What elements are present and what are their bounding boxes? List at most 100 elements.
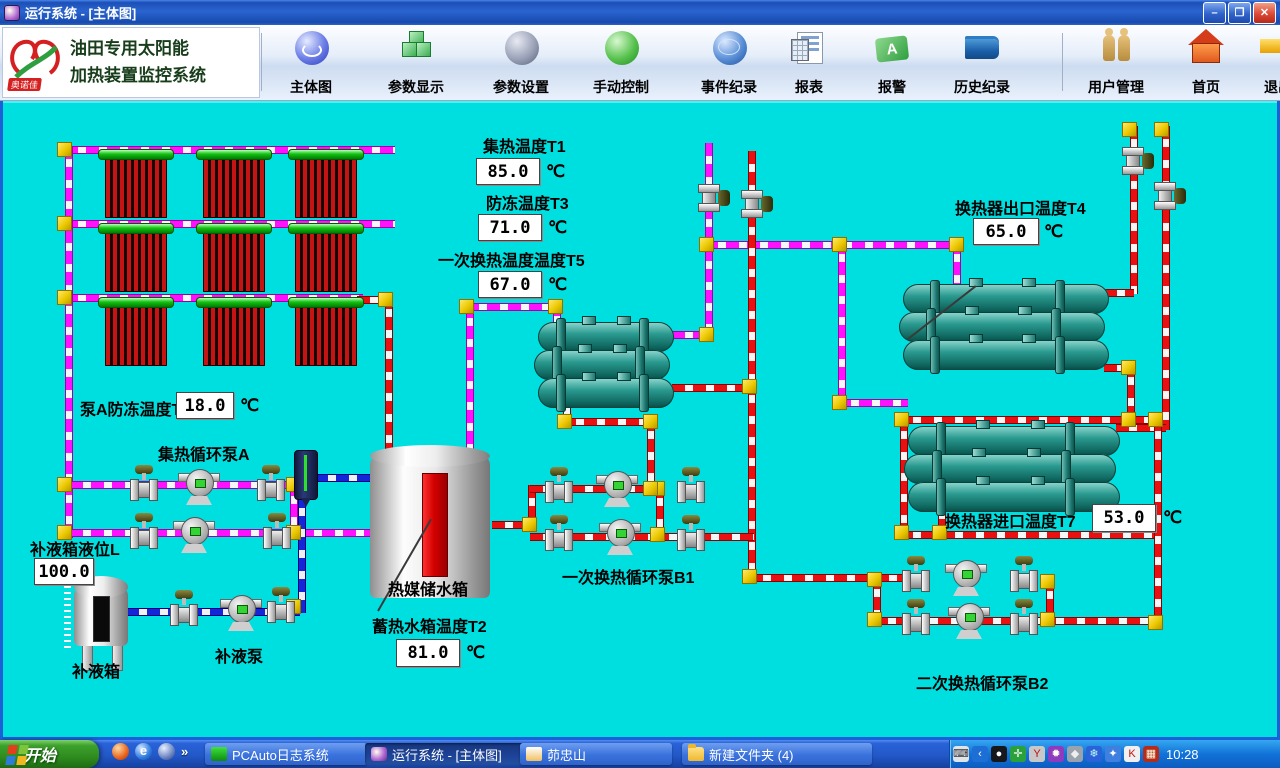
- start-button[interactable]: 开始: [0, 740, 99, 768]
- valve[interactable]: [900, 599, 932, 633]
- circulation-pump[interactable]: [220, 593, 262, 631]
- pump-a-label: 集热循环泵A: [158, 441, 250, 465]
- param-setting-icon: [501, 29, 541, 69]
- valve[interactable]: [128, 465, 160, 499]
- alarm-button[interactable]: A报警: [846, 29, 938, 97]
- circulation-pump[interactable]: [173, 515, 215, 553]
- pipe-fitting: [557, 414, 572, 429]
- valve[interactable]: [1122, 145, 1156, 177]
- param-setting-button-label: 参数设置: [493, 77, 549, 97]
- system-tray: ⌨‹●✛Y✹◆❄✦K▦ 10:28: [949, 740, 1280, 768]
- qq-tray-icon[interactable]: ●: [991, 746, 1007, 762]
- mao-zhongshan-task-icon: [526, 747, 542, 761]
- valve[interactable]: [1008, 599, 1040, 633]
- collector-header-pipe: [196, 223, 272, 234]
- collector-header-pipe: [288, 149, 364, 160]
- valve[interactable]: [543, 467, 575, 501]
- toolbar-separator: [261, 33, 262, 91]
- restore-button[interactable]: ❐: [1228, 2, 1251, 24]
- valve[interactable]: [900, 556, 932, 590]
- network-tray-icon[interactable]: ❄: [1086, 746, 1102, 762]
- taskbar-task-new-folder[interactable]: 新建文件夹 (4): [682, 743, 872, 765]
- expansion-level-sensor: [294, 450, 318, 500]
- signal-tray-icon[interactable]: Y: [1029, 746, 1045, 762]
- history-button[interactable]: 历史纪录: [936, 29, 1028, 97]
- pipe-fitting: [1148, 615, 1163, 630]
- valve[interactable]: [741, 188, 775, 220]
- toolbar: 奥诺佳 油田专用太阳能 加热装置监控系统 主体图参数显示参数设置手动控制事件纪录…: [0, 25, 1280, 101]
- netmeeting-tray-icon[interactable]: ✛: [1010, 746, 1026, 762]
- t3-value: 71.0: [490, 218, 531, 238]
- level-value-box: 100.0: [34, 558, 94, 585]
- event-log-button[interactable]: 事件纪录: [683, 29, 775, 97]
- valve[interactable]: [265, 587, 297, 621]
- ie-icon[interactable]: e: [135, 743, 152, 760]
- taskbar-task-mao-zhongshan[interactable]: 茆忠山: [520, 743, 672, 765]
- taskbar: 开始 e » PCAuto日志系统运行系统 - [主体图]茆忠山新建文件夹 (4…: [0, 740, 1280, 768]
- cube-tray-icon[interactable]: ▦: [1143, 746, 1159, 762]
- collector-header-pipe: [98, 149, 174, 160]
- param-display-button[interactable]: 参数显示: [370, 29, 462, 97]
- valve[interactable]: [1008, 556, 1040, 590]
- alarm-button-label: 报警: [878, 77, 906, 97]
- pipe-fitting: [867, 612, 882, 627]
- user-management-button[interactable]: 用户管理: [1070, 29, 1162, 97]
- keyboard-tray-icon[interactable]: ⌨: [953, 746, 969, 762]
- exit-button[interactable]: 退出: [1232, 29, 1280, 97]
- pipe-fitting: [57, 290, 72, 305]
- level-value: 100.0: [38, 562, 89, 582]
- t7-unit: ℃: [1163, 508, 1182, 528]
- manual-control-button[interactable]: 手动控制: [575, 29, 667, 97]
- pipe-fitting: [57, 477, 72, 492]
- pipe-fitting: [949, 237, 964, 252]
- t3-value-box: 71.0: [478, 214, 542, 241]
- pipe-fitting: [894, 412, 909, 427]
- launcher-icon[interactable]: [112, 743, 129, 760]
- pipe-fitting: [894, 525, 909, 540]
- valve[interactable]: [1154, 180, 1188, 212]
- minimize-button[interactable]: –: [1203, 2, 1226, 24]
- valve[interactable]: [128, 513, 160, 547]
- messenger-tray-icon[interactable]: ✦: [1105, 746, 1121, 762]
- circulation-pump[interactable]: [178, 467, 220, 505]
- valve[interactable]: [675, 515, 707, 549]
- pipe-fitting: [699, 327, 714, 342]
- report-button[interactable]: 报表: [763, 29, 855, 97]
- t7-value: 53.0: [1104, 508, 1145, 528]
- new-folder-task-icon: [688, 747, 704, 761]
- supply-pipe: [672, 384, 752, 392]
- t2-value: 81.0: [408, 643, 449, 663]
- makeup-tank: [74, 586, 128, 646]
- taskbar-task-pcauto-log[interactable]: PCAuto日志系统: [205, 743, 367, 765]
- pipe-fitting: [742, 569, 757, 584]
- media-player-icon[interactable]: [158, 743, 175, 760]
- main-view-button[interactable]: 主体图: [265, 29, 357, 97]
- taskbar-task-run-system[interactable]: 运行系统 - [主体图]: [365, 743, 525, 765]
- collector-header-pipe: [98, 297, 174, 308]
- valve[interactable]: [255, 465, 287, 499]
- palette-tray-icon[interactable]: ✹: [1048, 746, 1064, 762]
- kaspersky-tray-icon[interactable]: K: [1124, 746, 1140, 762]
- close-button[interactable]: ✕: [1253, 2, 1276, 24]
- collector-header-pipe: [196, 149, 272, 160]
- circulation-pump[interactable]: [599, 517, 641, 555]
- valve[interactable]: [698, 182, 732, 214]
- diamond-tray-icon[interactable]: ◆: [1067, 746, 1083, 762]
- quick-launch-overflow[interactable]: »: [181, 744, 188, 759]
- event-log-icon: [709, 29, 749, 69]
- circulation-pump[interactable]: [596, 469, 638, 507]
- language-bar-tray-icon[interactable]: ‹: [972, 746, 988, 762]
- param-setting-button[interactable]: 参数设置: [475, 29, 567, 97]
- circulation-pump[interactable]: [948, 601, 990, 639]
- solar-collector-panel: [105, 158, 167, 218]
- t1-value-box: 85.0: [476, 158, 540, 185]
- circulation-pump[interactable]: [945, 558, 987, 596]
- valve[interactable]: [261, 513, 293, 547]
- window-frame-left: [0, 100, 3, 740]
- valve[interactable]: [675, 467, 707, 501]
- valve[interactable]: [543, 515, 575, 549]
- system-name: 油田专用太阳能 加热装置监控系统: [70, 36, 206, 89]
- valve[interactable]: [168, 590, 200, 624]
- run-system-task-icon: [371, 747, 387, 761]
- hot-loop-pipe: [838, 399, 908, 407]
